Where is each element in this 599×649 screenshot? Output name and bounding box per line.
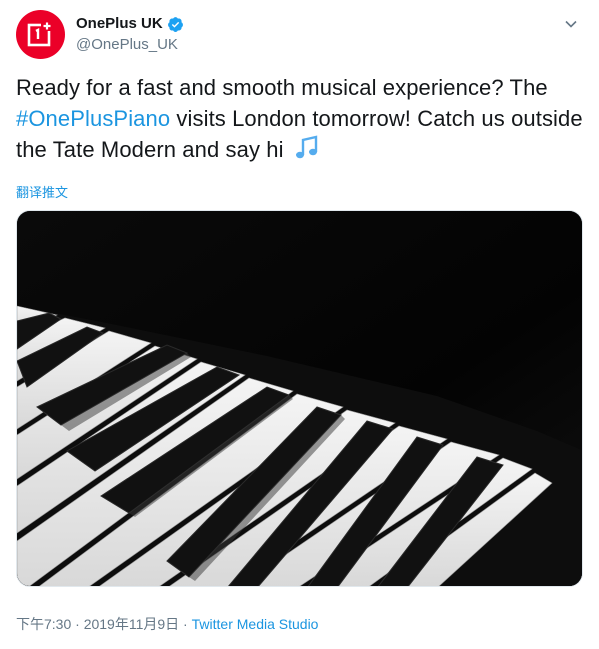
tweet-text-part: Ready for a fast and smooth musical expe… <box>16 75 548 100</box>
avatar[interactable] <box>16 10 65 59</box>
oneplus-logo-icon <box>27 20 55 46</box>
meta-separator: · <box>71 616 84 632</box>
tweet-source-link[interactable]: Twitter Media Studio <box>192 616 319 632</box>
translate-tweet-link[interactable]: 翻译推文 <box>16 182 68 201</box>
chevron-down-icon <box>565 20 577 28</box>
verified-badge-icon <box>167 16 184 33</box>
author-name-row: OnePlus UK <box>76 14 184 34</box>
musical-notes-icon <box>294 135 320 169</box>
tweet-date[interactable]: 2019年11月9日 <box>84 616 179 632</box>
tweet-menu-button[interactable] <box>561 14 581 34</box>
author-display-name[interactable]: OnePlus UK <box>76 14 163 34</box>
author-handle[interactable]: @OnePlus_UK <box>76 35 184 55</box>
tweet-photo[interactable] <box>16 210 583 587</box>
meta-separator: · <box>179 616 192 632</box>
tweet-text: Ready for a fast and smooth musical expe… <box>16 72 586 169</box>
hashtag-link[interactable]: #OnePlusPiano <box>16 106 170 131</box>
author-block: OnePlus UK @OnePlus_UK <box>76 14 184 55</box>
piano-keys-photo <box>17 211 582 586</box>
tweet-time[interactable]: 下午7:30 <box>16 616 71 632</box>
tweet-meta: 下午7:30 · 2019年11月9日 · Twitter Media Stud… <box>16 614 318 634</box>
tweet-card: OnePlus UK @OnePlus_UK Ready for a fast … <box>0 0 599 649</box>
